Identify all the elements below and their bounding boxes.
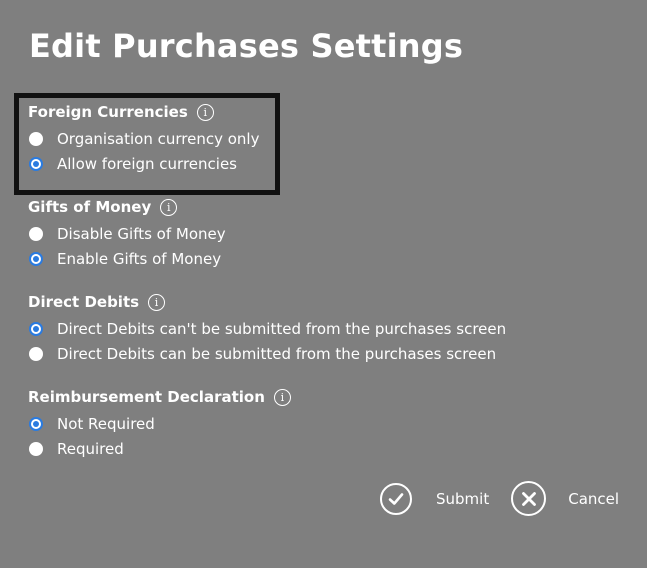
radio-direct-debits-cannot-be-submitted[interactable]: Direct Debits can't be submitted from th… <box>28 316 506 341</box>
radio-button[interactable] <box>29 346 43 361</box>
direct-debits-section: Direct Debits i Direct Debits can't be s… <box>28 291 506 366</box>
radio-button[interactable] <box>29 156 43 171</box>
radio-button[interactable] <box>29 441 43 456</box>
info-icon[interactable]: i <box>196 103 214 121</box>
radio-button[interactable] <box>29 131 43 146</box>
radio-allow-foreign-currencies[interactable]: Allow foreign currencies <box>28 151 259 176</box>
radio-label: Direct Debits can be submitted from the … <box>57 344 497 363</box>
radio-required[interactable]: Required <box>28 436 291 461</box>
section-header-label: Foreign Currencies <box>28 103 188 121</box>
radio-button[interactable] <box>29 321 43 336</box>
section-header: Reimbursement Declaration i <box>28 386 291 408</box>
radio-button[interactable] <box>29 226 43 241</box>
radio-disable-gifts-of-money[interactable]: Disable Gifts of Money <box>28 221 226 246</box>
info-icon[interactable]: i <box>148 293 166 311</box>
section-header-label: Gifts of Money <box>28 198 152 216</box>
cancel-button[interactable]: Cancel <box>511 481 619 516</box>
radio-button[interactable] <box>29 251 43 266</box>
radio-label: Allow foreign currencies <box>57 154 237 173</box>
section-header: Direct Debits i <box>28 291 506 313</box>
radio-label: Organisation currency only <box>57 129 260 148</box>
x-circle-icon[interactable] <box>511 481 547 516</box>
submit-label[interactable]: Submit <box>436 490 489 508</box>
page-title: Edit Purchases Settings <box>29 27 464 65</box>
radio-label: Direct Debits can't be submitted from th… <box>57 319 507 338</box>
radio-label: Not Required <box>57 414 155 433</box>
cancel-label[interactable]: Cancel <box>568 490 619 508</box>
gifts-of-money-section: Gifts of Money i Disable Gifts of Money … <box>28 196 226 271</box>
section-header-label: Direct Debits <box>28 293 140 311</box>
radio-direct-debits-can-be-submitted[interactable]: Direct Debits can be submitted from the … <box>28 341 506 366</box>
radio-button[interactable] <box>29 416 43 431</box>
radio-not-required[interactable]: Not Required <box>28 411 291 436</box>
foreign-currencies-section: Foreign Currencies i Organisation curren… <box>28 101 259 176</box>
form-actions: Submit Cancel <box>380 481 619 516</box>
info-icon[interactable]: i <box>273 388 291 406</box>
check-circle-icon[interactable] <box>380 482 412 515</box>
radio-enable-gifts-of-money[interactable]: Enable Gifts of Money <box>28 246 226 271</box>
radio-organisation-currency-only[interactable]: Organisation currency only <box>28 126 259 151</box>
radio-label: Enable Gifts of Money <box>57 249 222 268</box>
info-icon[interactable]: i <box>160 198 178 216</box>
section-header: Foreign Currencies i <box>28 101 259 123</box>
reimbursement-declaration-section: Reimbursement Declaration i Not Required… <box>28 386 291 461</box>
section-header: Gifts of Money i <box>28 196 226 218</box>
section-header-label: Reimbursement Declaration <box>28 388 265 406</box>
radio-label: Required <box>57 439 124 458</box>
submit-button[interactable]: Submit <box>380 482 489 515</box>
radio-label: Disable Gifts of Money <box>57 224 226 243</box>
